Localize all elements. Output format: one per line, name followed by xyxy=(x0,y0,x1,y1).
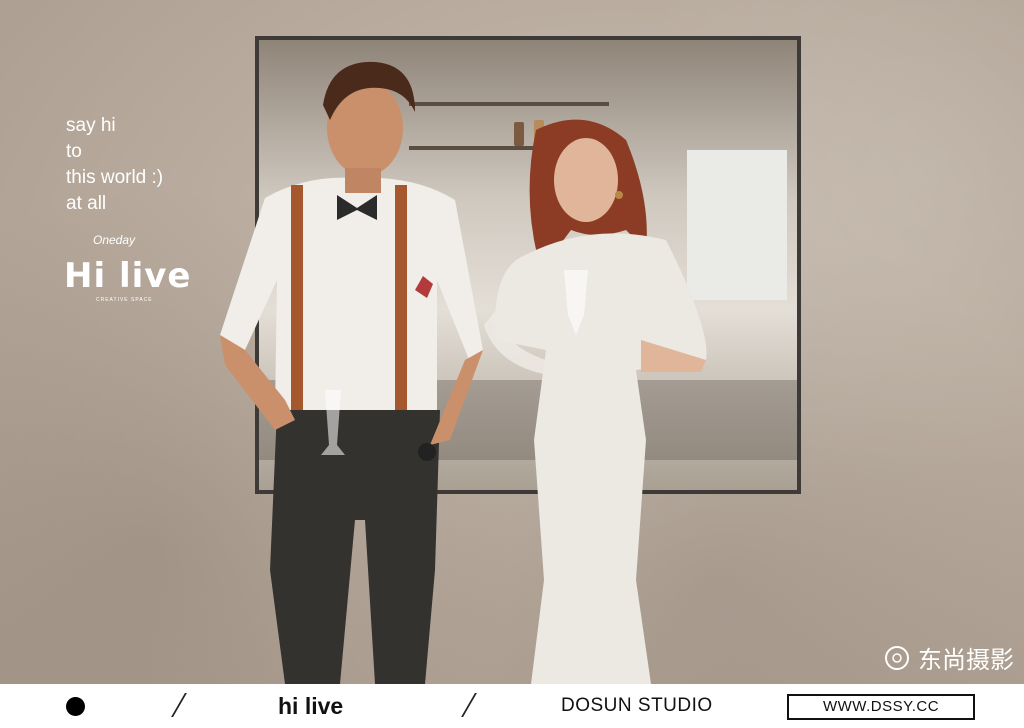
logo-small-text: Oneday xyxy=(93,233,136,247)
logo-brand: Hi live xyxy=(64,256,192,296)
tagline-line: to xyxy=(66,141,82,162)
footer-bar: hi live DOSUN STUDIO WWW.DSSY.CC xyxy=(0,684,1024,728)
logo-subtitle: CREATIVE SPACE xyxy=(96,297,153,303)
tagline-line: say hi xyxy=(66,115,116,136)
watermark: 东尚摄影 xyxy=(884,640,1014,675)
bride-figure xyxy=(484,119,707,684)
tagline-line: this world :) xyxy=(66,167,164,188)
wedding-photo: say hi to this world :) at all Oneday Hi… xyxy=(0,0,1024,684)
watermark-text: 东尚摄影 xyxy=(918,647,1014,674)
footer-studio: DOSUN STUDIO xyxy=(561,695,713,716)
footer-brand: hi live xyxy=(278,693,344,719)
tagline-line: at all xyxy=(66,193,107,214)
tagline: say hi to this world :) at all xyxy=(66,113,163,217)
dot-icon xyxy=(66,697,85,716)
footer-url[interactable]: WWW.DSSY.CC xyxy=(787,694,975,720)
slash-icon xyxy=(461,693,477,717)
groom-figure xyxy=(220,61,483,684)
watermark-logo-icon xyxy=(885,645,909,670)
slash-icon xyxy=(171,693,187,717)
